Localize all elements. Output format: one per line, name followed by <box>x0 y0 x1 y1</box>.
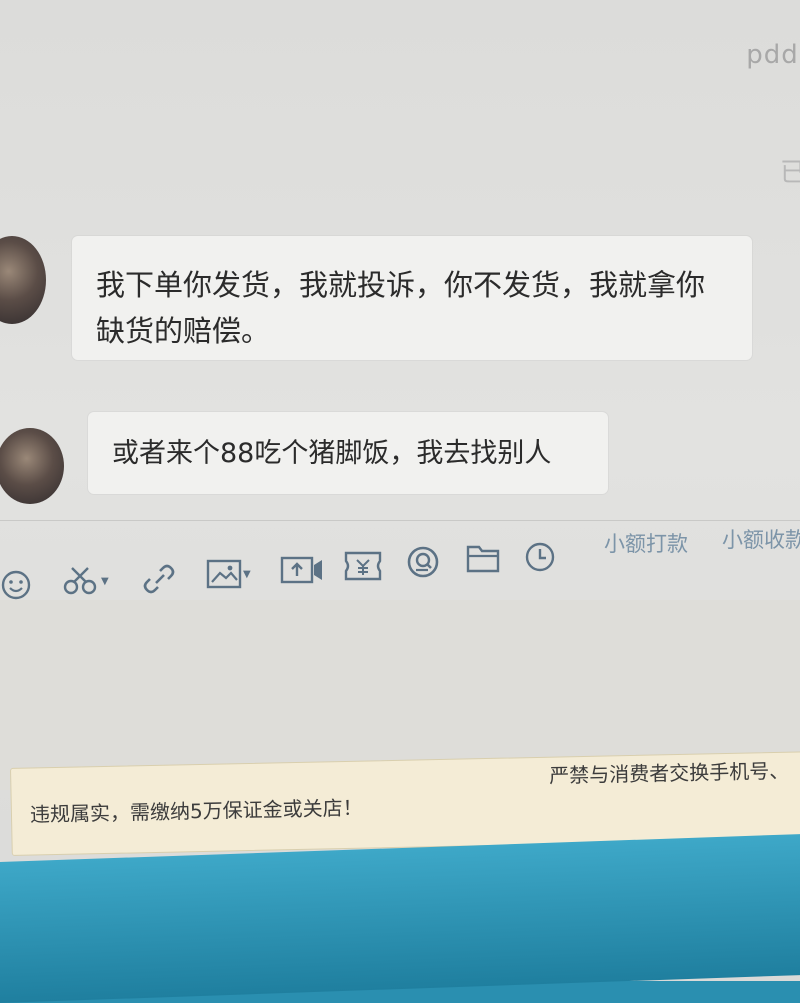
search-order-icon <box>406 545 440 579</box>
message-status: 已 <box>779 158 800 188</box>
scissors-icon <box>62 565 100 597</box>
small-payment-link[interactable]: 小额打款 <box>604 528 688 558</box>
image-icon <box>206 559 242 589</box>
notice-text-right: 严禁与消费者交换手机号、 <box>549 758 790 788</box>
screenshot-button[interactable]: ▼ <box>62 565 109 597</box>
message-text: 我下单你发货，我就投诉，你不发货，我就拿你缺货的赔偿。 <box>96 268 706 348</box>
emoji-icon <box>0 569 32 601</box>
link-icon <box>142 563 176 595</box>
video-icon <box>280 555 324 585</box>
folder-button[interactable] <box>466 543 500 573</box>
message-list: pdd. 已 我下单你发货，我就投诉，你不发货，我就拿你缺货的赔偿。 或者来个8… <box>0 0 800 520</box>
avatar[interactable] <box>0 236 46 324</box>
image-button[interactable]: ▼ <box>206 559 251 589</box>
folder-icon <box>466 543 500 573</box>
link-button[interactable] <box>142 563 176 595</box>
chevron-down-icon[interactable]: ▼ <box>101 576 109 587</box>
coupon-icon <box>344 551 382 581</box>
desktop-background-lower <box>0 834 800 1003</box>
coupon-button[interactable] <box>344 551 382 581</box>
message-bubble: 或者来个88吃个猪脚饭，我去找别人 <box>88 412 608 494</box>
small-receive-link[interactable]: 小额收款 <box>722 524 800 554</box>
clock-icon <box>524 541 556 573</box>
chevron-down-icon[interactable]: ▼ <box>243 569 251 580</box>
notice-text-left: 违规属实，需缴纳5万保证金或关店！ <box>29 795 363 827</box>
video-button[interactable] <box>280 555 324 585</box>
message-bubble: 我下单你发货，我就投诉，你不发货，我就拿你缺货的赔偿。 <box>72 236 752 360</box>
history-button[interactable] <box>524 541 556 573</box>
contact-name: pdd. <box>746 40 800 70</box>
chat-window: pdd. 已 我下单你发货，我就投诉，你不发货，我就拿你缺货的赔偿。 或者来个8… <box>0 0 800 981</box>
message-text: 或者来个88吃个猪脚饭，我去找别人 <box>112 438 552 469</box>
order-query-button[interactable] <box>406 545 440 579</box>
avatar[interactable] <box>0 428 64 504</box>
emoji-button[interactable] <box>0 569 32 601</box>
